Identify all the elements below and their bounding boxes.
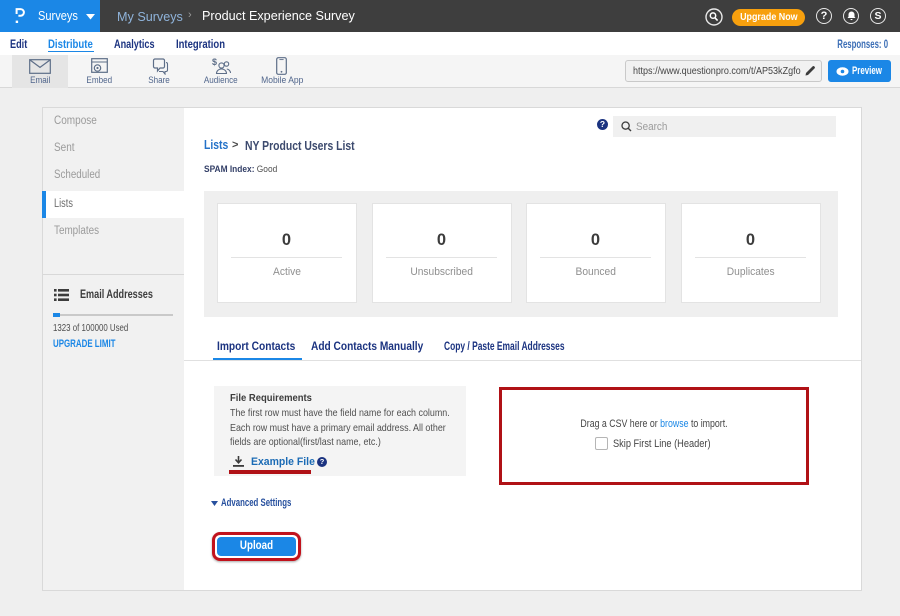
svg-text:$: $ xyxy=(212,57,217,67)
